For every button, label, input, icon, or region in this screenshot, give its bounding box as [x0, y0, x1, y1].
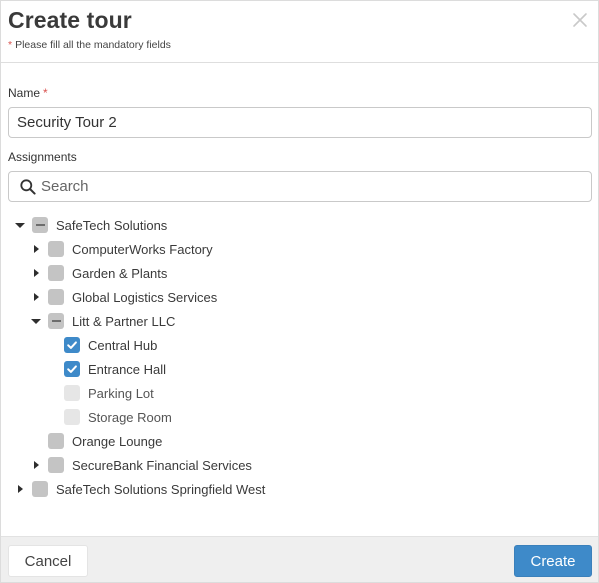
tree-node[interactable]: SafeTech Solutions Springfield West [14, 479, 265, 499]
tree-checkbox [64, 385, 80, 401]
tree-checkbox[interactable] [64, 361, 80, 377]
tree-checkbox[interactable] [48, 289, 64, 305]
create-button[interactable]: Create [514, 545, 592, 577]
tree-node-label: ComputerWorks Factory [72, 241, 213, 257]
tree-node[interactable]: Storage Room [46, 407, 172, 427]
caret-down-icon[interactable] [14, 219, 26, 231]
name-label: Name * [8, 86, 48, 100]
tree-checkbox[interactable] [48, 433, 64, 449]
close-icon [573, 13, 587, 27]
tree-node-label: Parking Lot [88, 385, 154, 401]
tree-checkbox[interactable] [32, 217, 48, 233]
caret-right-icon[interactable] [30, 243, 42, 255]
tree-node-label: Litt & Partner LLC [72, 313, 176, 329]
tree-checkbox[interactable] [64, 337, 80, 353]
tree-node[interactable]: Entrance Hall [46, 359, 166, 379]
tree-node-label: Central Hub [88, 337, 158, 353]
caret-right-icon[interactable] [14, 483, 26, 495]
tree-checkbox[interactable] [48, 313, 64, 329]
check-icon [67, 341, 77, 349]
tree-node-label: Storage Room [88, 409, 172, 425]
assignments-label: Assignments [8, 150, 77, 164]
tree-node[interactable]: Central Hub [46, 335, 157, 355]
caret-right-icon[interactable] [30, 291, 42, 303]
tree-node[interactable]: Orange Lounge [30, 431, 162, 451]
tree-node[interactable]: Global Logistics Services [30, 287, 217, 307]
caret-down-icon[interactable] [30, 315, 42, 327]
search-box[interactable] [8, 171, 592, 202]
tree-node-label: SecureBank Financial Services [72, 457, 252, 473]
tree-checkbox[interactable] [48, 241, 64, 257]
mandatory-note: * Please fill all the mandatory fields [8, 39, 171, 51]
dialog-header: Create tour * Please fill all the mandato… [1, 1, 598, 63]
tree-node[interactable]: Parking Lot [46, 383, 154, 403]
tree-node[interactable]: ComputerWorks Factory [30, 239, 213, 259]
dialog-title: Create tour [8, 7, 132, 33]
caret-right-icon[interactable] [30, 267, 42, 279]
cancel-button[interactable]: Cancel [8, 545, 88, 577]
tree-node-label: SafeTech Solutions [56, 217, 168, 233]
check-icon [67, 365, 77, 373]
close-button[interactable] [570, 10, 590, 30]
name-label-text: Name [8, 86, 41, 100]
create-tour-dialog: Create tour * Please fill all the mandato… [0, 0, 599, 583]
tree-checkbox[interactable] [32, 481, 48, 497]
search-icon [20, 179, 36, 195]
tree-node[interactable]: SafeTech Solutions [14, 215, 167, 235]
search-input[interactable] [41, 173, 581, 200]
tree-node[interactable]: SecureBank Financial Services [30, 455, 252, 475]
tree-node[interactable]: Garden & Plants [30, 263, 167, 283]
mandatory-marker: * [8, 39, 13, 51]
tree-node-label: Entrance Hall [88, 361, 167, 377]
dialog-footer: Cancel Create [1, 536, 598, 582]
caret-right-icon[interactable] [30, 459, 42, 471]
tree-node-label: Orange Lounge [72, 433, 163, 449]
tree-checkbox[interactable] [48, 265, 64, 281]
tree-node-label: SafeTech Solutions Springfield West [56, 481, 266, 497]
tree-node[interactable]: Litt & Partner LLC [30, 311, 175, 331]
tree-checkbox [64, 409, 80, 425]
tree-checkbox[interactable] [48, 457, 64, 473]
tree-node-label: Global Logistics Services [72, 289, 218, 305]
mandatory-note-text: Please fill all the mandatory fields [15, 39, 171, 51]
name-required-marker: * [43, 86, 48, 100]
name-input[interactable] [8, 107, 592, 138]
tree-node-label: Garden & Plants [72, 265, 168, 281]
